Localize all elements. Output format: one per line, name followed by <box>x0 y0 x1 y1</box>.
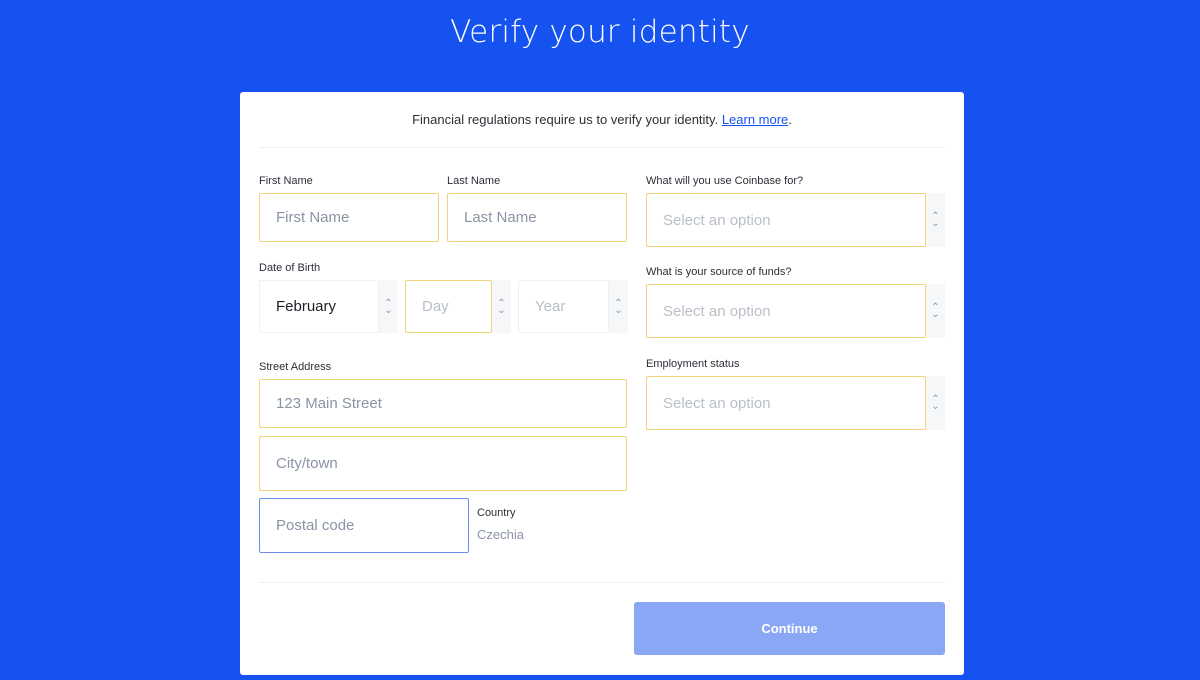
funds-select[interactable]: Select an option <box>646 284 926 338</box>
funds-chevron-icon[interactable]: ⌃ ⌄ <box>926 284 945 338</box>
page-title: Verify your identity <box>450 14 750 50</box>
funds-label: What is your source of funds? <box>646 266 792 278</box>
year-select[interactable]: Year <box>518 280 609 333</box>
divider <box>259 582 945 583</box>
employment-chevron-icon[interactable]: ⌃ ⌄ <box>926 376 945 430</box>
first-name-input[interactable]: First Name <box>259 193 439 242</box>
postal-code-input[interactable]: Postal code <box>259 498 469 553</box>
learn-more-link[interactable]: Learn more <box>722 112 788 127</box>
verification-card: Financial regulations require us to veri… <box>240 92 964 675</box>
dob-label: Date of Birth <box>259 262 321 274</box>
intro-message: Financial regulations require us to veri… <box>412 112 722 127</box>
employment-select[interactable]: Select an option <box>646 376 926 430</box>
usage-label: What will you use Coinbase for? <box>646 175 804 187</box>
country-value: Czechia <box>477 527 524 542</box>
intro-suffix: . <box>788 112 792 127</box>
last-name-label: Last Name <box>447 175 501 187</box>
street-label: Street Address <box>259 361 332 373</box>
divider <box>259 147 945 148</box>
employment-label: Employment status <box>646 358 740 370</box>
city-input[interactable]: City/town <box>259 436 627 491</box>
year-chevron-icon[interactable]: ⌃ ⌄ <box>609 280 628 333</box>
month-chevron-icon[interactable]: ⌃ ⌄ <box>379 280 398 333</box>
day-select[interactable]: Day <box>405 280 492 333</box>
usage-chevron-icon[interactable]: ⌃ ⌄ <box>926 193 945 247</box>
intro-text: Financial regulations require us to veri… <box>240 112 964 127</box>
street-input[interactable]: 123 Main Street <box>259 379 627 428</box>
day-chevron-icon[interactable]: ⌃ ⌄ <box>492 280 511 333</box>
month-select[interactable]: February <box>259 280 379 333</box>
continue-button[interactable]: Continue <box>634 602 945 655</box>
first-name-label: First Name <box>259 175 313 187</box>
last-name-input[interactable]: Last Name <box>447 193 627 242</box>
usage-select[interactable]: Select an option <box>646 193 926 247</box>
country-label: Country <box>477 507 516 519</box>
